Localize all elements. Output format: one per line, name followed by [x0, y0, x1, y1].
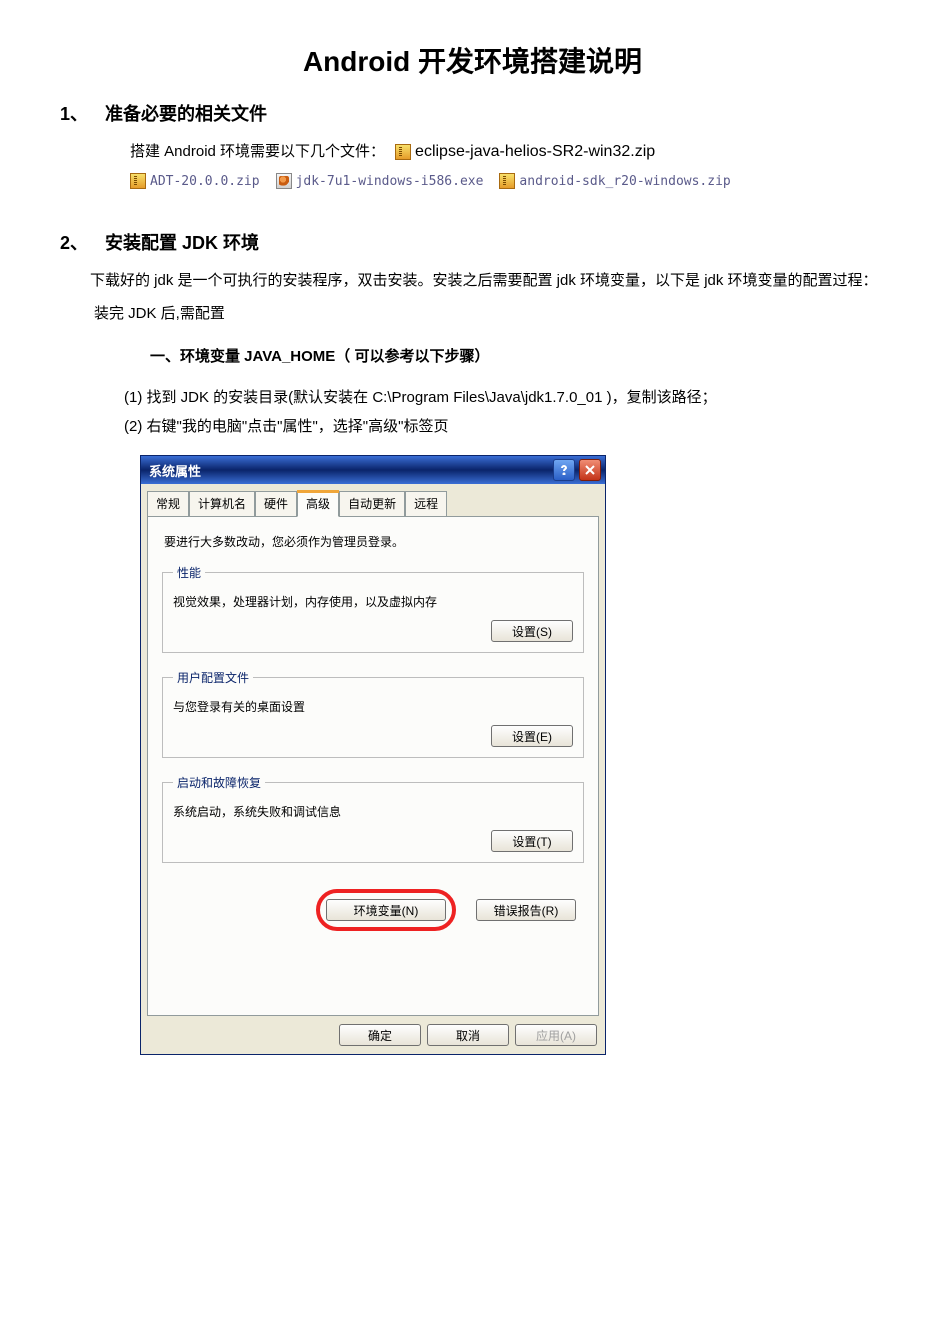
section2-heading: 2、 安装配置 JDK 环境 [60, 229, 885, 255]
group-startup-recovery-legend: 启动和故障恢复 [173, 774, 265, 791]
settings-user-profile-button[interactable]: 设置(E) [491, 725, 573, 747]
section2-p1: 下载好的 jdk 是一个可执行的安装程序，双击安装。安装之后需要配置 jdk 环… [60, 267, 885, 294]
step-1: (1) 找到 JDK 的安装目录(默认安装在 C:\Program Files\… [94, 384, 885, 441]
section1-number: 1、 [60, 100, 100, 126]
group-startup-recovery: 启动和故障恢复 系统启动，系统失败和调试信息 设置(T) [162, 774, 584, 863]
admin-hint: 要进行大多数改动，您必须作为管理员登录。 [164, 533, 582, 550]
file-row-2: ADT-20.0.0.zip jdk-7u1-windows-i586.exe … [130, 173, 885, 189]
tab-hardware[interactable]: 硬件 [255, 491, 297, 517]
group-performance-legend: 性能 [173, 564, 205, 581]
page-title: Android 开发环境搭建说明 [60, 40, 885, 80]
tab-auto-update[interactable]: 自动更新 [339, 491, 405, 517]
file-name: jdk-7u1-windows-i586.exe [296, 174, 484, 189]
tab-advanced[interactable]: 高级 [297, 491, 339, 517]
tab-computer-name[interactable]: 计算机名 [189, 491, 255, 517]
zip-icon [130, 173, 146, 189]
settings-performance-button[interactable]: 设置(S) [491, 620, 573, 642]
section1-intro: 搭建 Android 环境需要以下几个文件： [130, 138, 385, 165]
environment-variables-button[interactable]: 环境变量(N) [326, 899, 446, 921]
tab-general[interactable]: 常规 [147, 491, 189, 517]
section2-p2: 装完 JDK 后,需配置 [94, 300, 885, 327]
help-icon[interactable] [553, 459, 575, 481]
ok-button[interactable]: 确定 [339, 1024, 421, 1046]
tab-strip: 常规 计算机名 硬件 高级 自动更新 远程 [147, 490, 599, 516]
cancel-button[interactable]: 取消 [427, 1024, 509, 1046]
tab-remote[interactable]: 远程 [405, 491, 447, 517]
group-startup-recovery-text: 系统启动，系统失败和调试信息 [173, 803, 573, 820]
section1-heading-text: 准备必要的相关文件 [105, 104, 267, 124]
group-performance-text: 视觉效果，处理器计划，内存使用，以及虚拟内存 [173, 593, 573, 610]
section2-number: 2、 [60, 229, 100, 255]
tab-panel-advanced: 要进行大多数改动，您必须作为管理员登录。 性能 视觉效果，处理器计划，内存使用，… [147, 516, 599, 1016]
java-exe-icon [276, 173, 292, 189]
section2-sub-heading: 一、环境变量 JAVA_HOME（ 可以参考以下步骤） [150, 345, 885, 366]
file-item: jdk-7u1-windows-i586.exe [276, 173, 484, 189]
group-user-profile: 用户配置文件 与您登录有关的桌面设置 设置(E) [162, 669, 584, 758]
section1-heading: 1、 准备必要的相关文件 [60, 100, 885, 126]
section2-heading-text: 安装配置 JDK 环境 [105, 233, 259, 253]
settings-startup-button[interactable]: 设置(T) [491, 830, 573, 852]
zip-icon [395, 144, 411, 160]
zip-icon [499, 173, 515, 189]
dialog-title: 系统属性 [149, 461, 553, 480]
file-name: eclipse-java-helios-SR2-win32.zip [415, 143, 655, 161]
system-properties-dialog: 系统属性 常规 计算机名 硬件 高级 自动更新 远程 要进行大多数改动，您必须作… [140, 455, 606, 1055]
file-item: android-sdk_r20-windows.zip [499, 173, 730, 189]
dialog-titlebar[interactable]: 系统属性 [141, 456, 605, 484]
group-performance: 性能 视觉效果，处理器计划，内存使用，以及虚拟内存 设置(S) [162, 564, 584, 653]
group-user-profile-text: 与您登录有关的桌面设置 [173, 698, 573, 715]
file-item: eclipse-java-helios-SR2-win32.zip [395, 143, 655, 161]
file-item: ADT-20.0.0.zip [130, 173, 260, 189]
error-report-button[interactable]: 错误报告(R) [476, 899, 576, 921]
dialog-footer: 确定 取消 应用(A) [141, 1016, 605, 1054]
apply-button[interactable]: 应用(A) [515, 1024, 597, 1046]
file-name: android-sdk_r20-windows.zip [519, 174, 730, 189]
group-user-profile-legend: 用户配置文件 [173, 669, 253, 686]
file-name: ADT-20.0.0.zip [150, 174, 260, 189]
lower-button-row: 环境变量(N) 错误报告(R) [160, 879, 586, 931]
close-icon[interactable] [579, 459, 601, 481]
